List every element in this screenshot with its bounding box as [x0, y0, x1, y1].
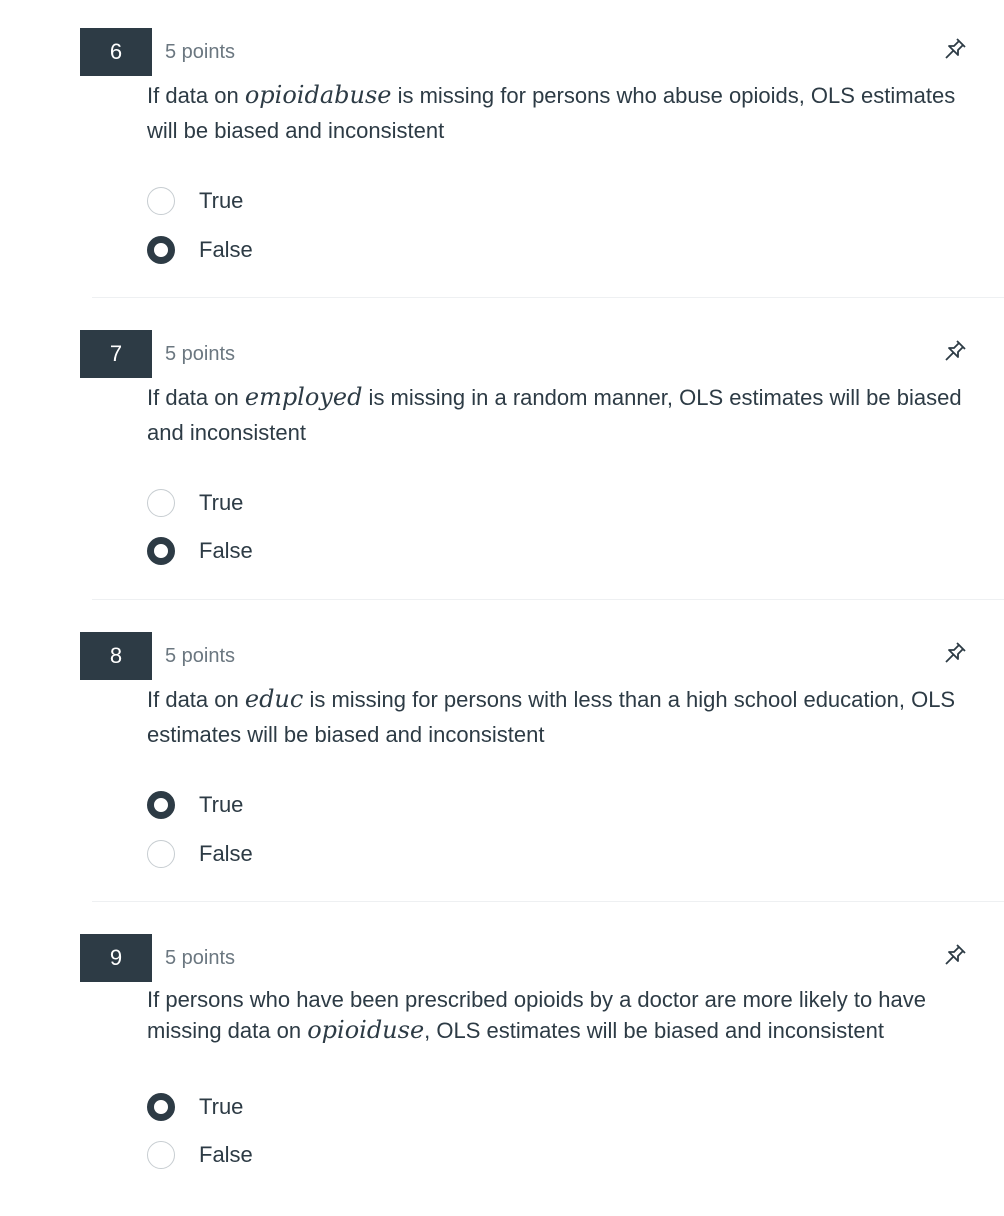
question-text: If persons who have been prescribed opio…	[147, 984, 987, 1046]
question-text-before: If data on	[147, 83, 245, 108]
answer-label: True	[199, 188, 244, 213]
question-text-before: If data on	[147, 687, 245, 712]
question-text-after: , OLS estimates will be biased and incon…	[424, 1018, 884, 1043]
answer-label: True	[199, 792, 244, 817]
math-variable: opioiduse	[307, 1016, 425, 1044]
radio-button[interactable]	[147, 489, 175, 517]
answer-label: False	[199, 1142, 253, 1167]
answer-label: False	[199, 237, 253, 262]
question-text: If data on employed is missing in a rand…	[147, 380, 987, 450]
pin-icon[interactable]	[941, 941, 969, 969]
question-8: 8 5 points If data on educ is missing fo…	[0, 604, 1004, 906]
answer-label: True	[199, 1094, 244, 1119]
answer-true[interactable]: True	[147, 789, 243, 821]
math-variable: opioidabuse	[244, 81, 392, 109]
answer-label: False	[199, 538, 253, 563]
question-points: 5 points	[165, 947, 236, 969]
answer-label: False	[199, 841, 253, 866]
radio-button[interactable]	[147, 187, 175, 215]
answer-true[interactable]: True	[147, 185, 243, 217]
radio-button[interactable]	[147, 791, 175, 819]
radio-button[interactable]	[147, 840, 175, 868]
pin-icon[interactable]	[941, 35, 969, 63]
answer-label: True	[199, 490, 244, 515]
question-6: 6 5 points If data on opioidabuse is mis…	[0, 0, 1004, 302]
radio-button[interactable]	[147, 537, 175, 565]
question-points: 5 points	[165, 343, 236, 365]
question-points: 5 points	[165, 41, 236, 63]
answer-true[interactable]: True	[147, 1091, 243, 1123]
question-9: 9 5 points If persons who have been pres…	[0, 906, 1004, 1208]
answer-false[interactable]: False	[147, 838, 253, 870]
divider	[92, 901, 1004, 902]
answer-true[interactable]: True	[147, 487, 243, 519]
question-7: 7 5 points If data on employed is missin…	[0, 302, 1004, 604]
math-variable: educ	[244, 685, 304, 713]
divider	[92, 297, 1004, 298]
question-points: 5 points	[165, 645, 236, 667]
question-number: 8	[80, 632, 152, 680]
pin-icon[interactable]	[941, 639, 969, 667]
pin-icon[interactable]	[941, 337, 969, 365]
divider	[92, 599, 1004, 600]
question-number: 6	[80, 28, 152, 76]
question-number: 9	[80, 934, 152, 982]
radio-button[interactable]	[147, 236, 175, 264]
answer-false[interactable]: False	[147, 1139, 253, 1171]
radio-button[interactable]	[147, 1141, 175, 1169]
question-number: 7	[80, 330, 152, 378]
question-text: If data on opioidabuse is missing for pe…	[147, 78, 987, 148]
answer-false[interactable]: False	[147, 535, 253, 567]
math-variable: employed	[244, 383, 363, 411]
question-text: If data on educ is missing for persons w…	[147, 682, 987, 752]
radio-button[interactable]	[147, 1093, 175, 1121]
question-text-before: If data on	[147, 385, 245, 410]
answer-false[interactable]: False	[147, 234, 253, 266]
